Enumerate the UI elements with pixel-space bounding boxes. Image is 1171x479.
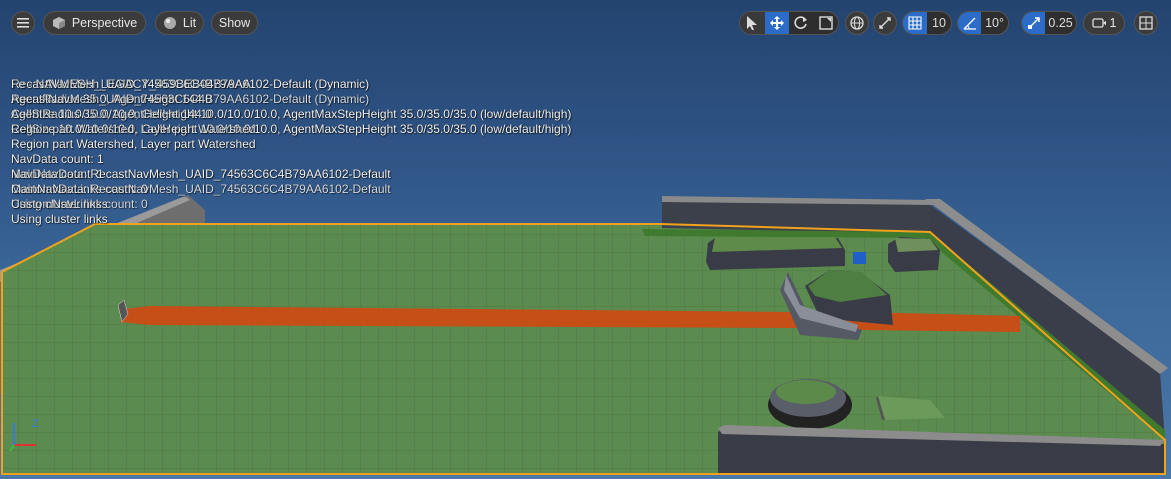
rotation-snap-value[interactable]: 10° xyxy=(981,12,1008,34)
globe-icon xyxy=(850,16,864,30)
sphere-icon xyxy=(163,16,177,30)
surface-snap-icon xyxy=(878,16,892,30)
show-button[interactable]: Show xyxy=(211,11,258,35)
lit-label: Lit xyxy=(182,16,197,30)
angle-icon xyxy=(963,16,977,30)
camera-speed-value: 1 xyxy=(1109,16,1117,30)
scale-icon xyxy=(819,16,833,30)
scale-snap-value[interactable]: 0.25 xyxy=(1045,12,1076,34)
cursor-icon xyxy=(745,16,759,30)
rotate-icon xyxy=(794,16,808,30)
axis-gizmo: Z xyxy=(9,418,39,452)
world-local-toggle[interactable] xyxy=(845,11,869,35)
viewport-layout-button[interactable] xyxy=(1134,11,1158,35)
camera-speed-button[interactable]: 1 xyxy=(1083,11,1125,35)
perspective-button[interactable]: Perspective xyxy=(43,11,146,35)
perspective-label: Perspective xyxy=(71,16,138,30)
viewport-layout-icon xyxy=(1139,16,1153,30)
scale-snap-toggle[interactable] xyxy=(1022,12,1046,34)
move-arrows-icon xyxy=(769,16,784,30)
scale-tool-button[interactable] xyxy=(814,12,839,34)
select-tool-button[interactable] xyxy=(740,12,765,34)
grid-snap-toggle[interactable] xyxy=(903,12,927,34)
scene-3d-view[interactable] xyxy=(0,0,1171,479)
scale-snap-group: 0.25 xyxy=(1021,11,1077,35)
rotation-snap-group: 10° xyxy=(957,11,1009,35)
translate-tool-button[interactable] xyxy=(764,12,789,34)
show-label: Show xyxy=(218,16,251,30)
scale-arrow-icon xyxy=(1027,16,1041,30)
viewport-menu-button[interactable] xyxy=(11,11,35,35)
lit-button[interactable]: Lit xyxy=(155,11,204,35)
grid-snap-value[interactable]: 10 xyxy=(927,12,951,34)
grid-snap-group: 10 xyxy=(902,11,952,35)
cube-icon xyxy=(52,16,66,30)
hamburger-menu-icon xyxy=(16,16,30,30)
y-axis-line xyxy=(9,444,15,452)
transform-tools xyxy=(739,11,839,35)
blue-cube xyxy=(853,252,866,264)
grid-icon xyxy=(908,16,922,30)
surface-snap-button[interactable] xyxy=(873,11,897,35)
z-axis-label: Z xyxy=(32,418,39,430)
rotation-snap-toggle[interactable] xyxy=(958,12,982,34)
level-viewport[interactable]: Perspective Lit Show 10 10° 0.25 1 Recas… xyxy=(0,0,1171,479)
camera-icon xyxy=(1091,16,1106,30)
rotate-tool-button[interactable] xyxy=(789,12,814,34)
